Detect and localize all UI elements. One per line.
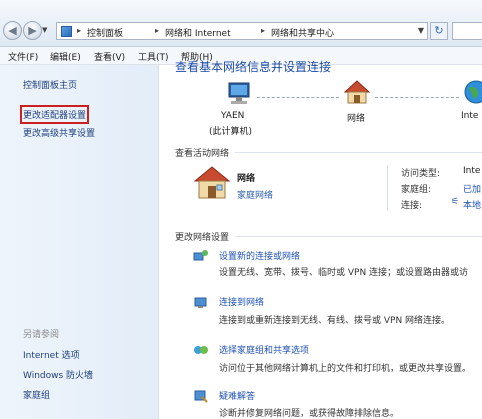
home-network-icon: [193, 166, 231, 199]
sidebar-item-change-adapter-settings[interactable]: 更改适配器设置: [19, 105, 90, 124]
access-type-label: 访问类型:: [401, 169, 441, 179]
menu-edit[interactable]: 编辑(E): [50, 50, 81, 63]
sidebar-item-change-advanced-sharing[interactable]: 更改高级共享设置: [23, 126, 95, 139]
internet-globe-icon[interactable]: [463, 79, 482, 105]
breadcrumb-network-sharing-center[interactable]: 网络和共享中心: [271, 26, 334, 39]
internet-label[interactable]: Inte: [461, 111, 478, 121]
task-setup-connection-desc: 设置无线、宽带、拨号、临时或 VPN 连接；或设置路由器或访: [219, 268, 469, 278]
homegroup-label: 家庭组:: [401, 185, 432, 195]
active-network-name: 网络: [237, 174, 256, 184]
see-also-internet-options[interactable]: Internet 选项: [23, 348, 80, 361]
task-troubleshoot-link[interactable]: 疑难解答: [219, 389, 255, 402]
task-homegroup-sharing-desc: 访问位于其他网络计算机上的文件和打印机，或更改共享设置。: [219, 364, 472, 374]
sidebar-item-control-panel-home[interactable]: 控制面板主页: [23, 78, 77, 91]
divider: [235, 236, 482, 237]
homegroup-sharing-icon: [194, 346, 208, 354]
task-troubleshoot-desc: 诊断并修复网络问题，或获得故障排除信息。: [219, 409, 400, 419]
control-panel-icon: [61, 26, 72, 37]
breadcrumb-separator-icon[interactable]: ▸: [77, 26, 81, 35]
connect-network-icon: [194, 297, 207, 308]
connections-label: 连接:: [401, 201, 423, 211]
breadcrumb-separator-icon[interactable]: ▸: [155, 26, 159, 35]
task-setup-connection-link[interactable]: 设置新的连接或网络: [219, 249, 300, 262]
troubleshoot-icon: [194, 390, 208, 403]
menu-tools[interactable]: 工具(T): [138, 50, 169, 63]
menu-file[interactable]: 文件(F): [8, 50, 38, 63]
see-also-windows-firewall[interactable]: Windows 防火墙: [23, 368, 93, 381]
map-connector: [257, 97, 339, 99]
breadcrumb-control-panel[interactable]: 控制面板: [87, 26, 123, 39]
task-connect-network-desc: 连接到或重新连接到无线、有线、拨号或 VPN 网络连接。: [219, 316, 451, 326]
back-button[interactable]: ◀: [3, 21, 22, 40]
breadcrumb-separator-icon[interactable]: ▸: [261, 26, 265, 35]
divider: [235, 152, 482, 153]
sidebar: 控制面板主页 更改适配器设置 更改高级共享设置 另请参阅 Internet 选项…: [0, 65, 159, 419]
address-dropdown-icon[interactable]: ▼: [418, 26, 424, 35]
page-title: 查看基本网络信息并设置连接: [175, 60, 332, 74]
address-toolbar: ◀ ▶ ▼ ▸ 控制面板 ▸ 网络和 Internet ▸ 网络和共享中心 ▼ …: [0, 0, 482, 47]
task-homegroup-sharing-link[interactable]: 选择家庭组和共享选项: [219, 343, 309, 356]
new-connection-icon: [193, 250, 208, 261]
see-also-title: 另请参阅: [23, 330, 60, 340]
connection-value-link[interactable]: 本地: [463, 198, 481, 211]
homegroup-value-link[interactable]: 已加: [463, 182, 481, 195]
search-input[interactable]: [452, 22, 482, 40]
address-box[interactable]: ▸ 控制面板 ▸ 网络和 Internet ▸ 网络和共享中心 ▼: [56, 22, 428, 40]
menu-view[interactable]: 查看(V): [94, 50, 125, 63]
map-connector: [375, 97, 459, 99]
refresh-icon[interactable]: ↻: [430, 22, 448, 40]
access-type-value: Inte: [463, 166, 481, 176]
divider: [387, 165, 388, 211]
see-also-homegroup[interactable]: 家庭组: [23, 388, 50, 401]
computer-icon: [228, 82, 250, 104]
forward-button[interactable]: ▶: [23, 21, 42, 40]
network-type-link[interactable]: 家庭网络: [237, 188, 273, 201]
task-connect-network-link[interactable]: 连接到网络: [219, 295, 264, 308]
history-dropdown-icon[interactable]: ▼: [42, 26, 47, 34]
change-settings-title: 更改网络设置: [175, 233, 230, 243]
main-panel: 查看基本网络信息并设置连接 YAEN (此计算机) 网络 Inte 查看活动网络…: [159, 60, 482, 419]
connection-signal-icon: ⚟: [451, 197, 460, 207]
network-label[interactable]: 网络: [347, 111, 365, 124]
network-house-icon[interactable]: [343, 79, 371, 105]
computer-sub: (此计算机): [209, 127, 253, 137]
active-networks-title: 查看活动网络: [175, 149, 230, 159]
breadcrumb-network-internet[interactable]: 网络和 Internet: [165, 26, 231, 39]
computer-name: YAEN: [221, 111, 245, 121]
